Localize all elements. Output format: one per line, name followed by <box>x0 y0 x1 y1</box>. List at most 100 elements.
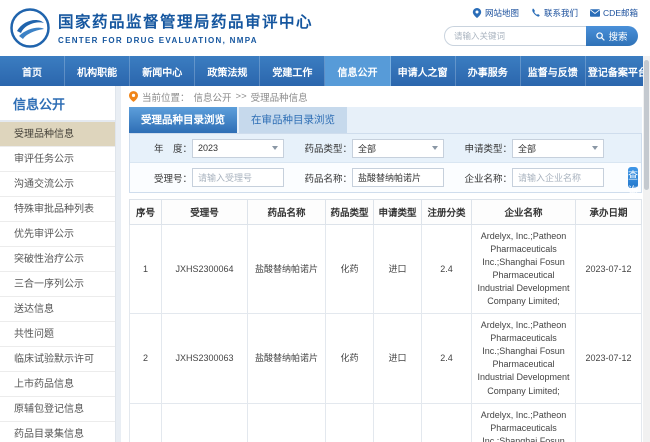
sitemap-link[interactable]: 网站地图 <box>472 7 519 19</box>
filter-row-1: 年 度： 2023 药品类型： 全部 申请类型： 全部 <box>130 134 641 163</box>
sidebar-item-excipient-registration[interactable]: 原辅包登记信息 <box>0 397 115 422</box>
contact-link[interactable]: 联系我们 <box>531 7 578 19</box>
page-body: 信息公开 受理品种信息 审评任务公示 沟通交流公示 特殊审批品种列表 优先审评公… <box>0 86 650 442</box>
cell-index: 1 <box>130 225 162 314</box>
sidebar-item-drug-catalog[interactable]: 药品目录集信息 <box>0 422 115 442</box>
col-header-date: 承办日期 <box>576 200 642 225</box>
nav-item-policies[interactable]: 政策法规 <box>195 56 260 86</box>
col-header-drug-type: 药品类型 <box>326 200 374 225</box>
site-subtitle: CENTER FOR DRUG EVALUATION, NMPA <box>58 36 313 45</box>
search-input[interactable] <box>444 26 586 46</box>
magnifier-icon <box>596 32 605 41</box>
nav-item-functions[interactable]: 机构职能 <box>65 56 130 86</box>
cell-acceptance-no: JXHS2300062 <box>162 403 248 442</box>
nav-item-info-disclosure[interactable]: 信息公开 <box>325 56 390 86</box>
vertical-scrollbar[interactable] <box>643 56 650 442</box>
table-row: 1 JXHS2300064 盐酸替纳帕诺片 化药 进口 2.4 Ardelyx,… <box>130 225 642 314</box>
drug-name-input[interactable] <box>352 168 444 187</box>
nav-item-services[interactable]: 办事服务 <box>456 56 521 86</box>
chevron-down-icon <box>272 146 278 150</box>
breadcrumb: 当前位置： 信息公开 >> 受理品种信息 <box>129 86 642 107</box>
sidebar-item-delivery-info[interactable]: 送达信息 <box>0 297 115 322</box>
breadcrumb-section-link[interactable]: 信息公开 <box>194 90 232 104</box>
filter-panel: 年 度： 2023 药品类型： 全部 申请类型： 全部 <box>129 133 642 193</box>
col-header-drug-name: 药品名称 <box>248 200 326 225</box>
quick-links: 网站地图 联系我们 CDE邮箱 <box>444 7 638 19</box>
main-nav: 首页 机构职能 新闻中心 政策法规 党建工作 信息公开 申请人之窗 办事服务 监… <box>0 56 650 86</box>
apply-type-label: 申请类型： <box>454 141 512 155</box>
sidebar-item-three-in-one[interactable]: 三合一序列公示 <box>0 272 115 297</box>
query-button[interactable]: 查询 <box>628 167 638 188</box>
filter-row-2: 受理号： 药品名称： 企业名称： 查询 <box>130 163 641 192</box>
col-header-acceptance-no: 受理号 <box>162 200 248 225</box>
nav-item-home[interactable]: 首页 <box>0 56 65 86</box>
results-table: 序号 受理号 药品名称 药品类型 申请类型 注册分类 企业名称 承办日期 1 J… <box>129 199 642 442</box>
sidebar-item-review-tasks[interactable]: 审评任务公示 <box>0 147 115 172</box>
mail-icon <box>590 8 600 18</box>
header-right: 网站地图 联系我们 CDE邮箱 搜索 <box>444 7 638 46</box>
year-select-value: 2023 <box>198 143 218 153</box>
scrollbar-thumb[interactable] <box>644 60 649 190</box>
cell-reg-class: 2.4 <box>422 314 472 403</box>
chevron-down-icon <box>432 146 438 150</box>
drug-name-label: 药品名称： <box>294 171 352 185</box>
tab-under-review-catalog[interactable]: 在审品种目录浏览 <box>239 107 347 133</box>
sidebar-item-accepted-varieties[interactable]: 受理品种信息 <box>0 122 115 147</box>
site-header: 国家药品监督管理局药品审评中心 CENTER FOR DRUG EVALUATI… <box>0 0 650 56</box>
nav-item-news[interactable]: 新闻中心 <box>130 56 195 86</box>
col-header-reg-class: 注册分类 <box>422 200 472 225</box>
cell-acceptance-no: JXHS2300063 <box>162 314 248 403</box>
cde-logo-icon <box>10 8 50 48</box>
cell-drug-name[interactable]: 盐酸替纳帕诺片 <box>248 314 326 403</box>
breadcrumb-current: 受理品种信息 <box>251 90 308 104</box>
col-header-apply-type: 申请类型 <box>374 200 422 225</box>
header-search: 搜索 <box>444 26 638 46</box>
cell-index: 3 <box>130 403 162 442</box>
sidebar-item-clinical-trial-license[interactable]: 临床试验默示许可 <box>0 347 115 372</box>
year-filter: 年 度： 2023 <box>134 139 284 158</box>
cell-company: Ardelyx, Inc.;Patheon Pharmaceuticals In… <box>472 225 576 314</box>
site-title: 国家药品监督管理局药品审评中心 <box>58 10 313 32</box>
cell-drug-name[interactable]: 盐酸替纳帕诺片 <box>248 225 326 314</box>
nav-item-applicant-window[interactable]: 申请人之窗 <box>391 56 456 86</box>
table-row: 2 JXHS2300063 盐酸替纳帕诺片 化药 进口 2.4 Ardelyx,… <box>130 314 642 403</box>
sidebar-title: 信息公开 <box>0 86 115 122</box>
sidebar-item-common-issues[interactable]: 共性问题 <box>0 322 115 347</box>
sidebar-item-special-approval[interactable]: 特殊审批品种列表 <box>0 197 115 222</box>
tab-accepted-catalog[interactable]: 受理品种目录浏览 <box>129 107 237 133</box>
search-button[interactable]: 搜索 <box>586 26 638 46</box>
cell-company: Ardelyx, Inc.;Patheon Pharmaceuticals In… <box>472 314 576 403</box>
cell-drug-type: 化药 <box>326 225 374 314</box>
apply-type-select[interactable]: 全部 <box>512 139 604 158</box>
company-input[interactable] <box>512 168 604 187</box>
sidebar-item-marketed-drugs[interactable]: 上市药品信息 <box>0 372 115 397</box>
cell-date: 2023-07-12 <box>576 225 642 314</box>
apply-type-filter: 申请类型： 全部 <box>454 139 604 158</box>
cell-acceptance-no: JXHS2300064 <box>162 225 248 314</box>
cde-mail-link[interactable]: CDE邮箱 <box>590 7 638 19</box>
drug-type-select[interactable]: 全部 <box>352 139 444 158</box>
cell-apply-type: 进口 <box>374 314 422 403</box>
brand-block: 国家药品监督管理局药品审评中心 CENTER FOR DRUG EVALUATI… <box>58 10 313 45</box>
drug-type-select-value: 全部 <box>358 142 376 155</box>
company-filter: 企业名称： <box>454 168 604 187</box>
year-select[interactable]: 2023 <box>192 139 284 158</box>
sidebar-item-priority-review[interactable]: 优先审评公示 <box>0 222 115 247</box>
sidebar-item-breakthrough-therapy[interactable]: 突破性治疗公示 <box>0 247 115 272</box>
table-header-row: 序号 受理号 药品名称 药品类型 申请类型 注册分类 企业名称 承办日期 <box>130 200 642 225</box>
sidebar-item-communication[interactable]: 沟通交流公示 <box>0 172 115 197</box>
sitemap-label: 网站地图 <box>485 7 519 19</box>
nav-item-supervision-feedback[interactable]: 监督与反馈 <box>521 56 586 86</box>
nav-item-party-building[interactable]: 党建工作 <box>260 56 325 86</box>
phone-icon <box>531 8 541 18</box>
cell-apply-type: 进口 <box>374 225 422 314</box>
cde-mail-label: CDE邮箱 <box>603 7 638 19</box>
col-header-company: 企业名称 <box>472 200 576 225</box>
acceptance-no-input[interactable] <box>192 168 284 187</box>
company-label: 企业名称： <box>454 171 512 185</box>
drug-type-label: 药品类型： <box>294 141 352 155</box>
sidebar: 信息公开 受理品种信息 审评任务公示 沟通交流公示 特殊审批品种列表 优先审评公… <box>0 86 116 442</box>
cell-drug-name[interactable]: 盐酸替纳帕诺片 <box>248 403 326 442</box>
nav-item-registration-platform[interactable]: 登记备案平台 <box>586 56 650 86</box>
acceptance-no-label: 受理号： <box>134 171 192 185</box>
